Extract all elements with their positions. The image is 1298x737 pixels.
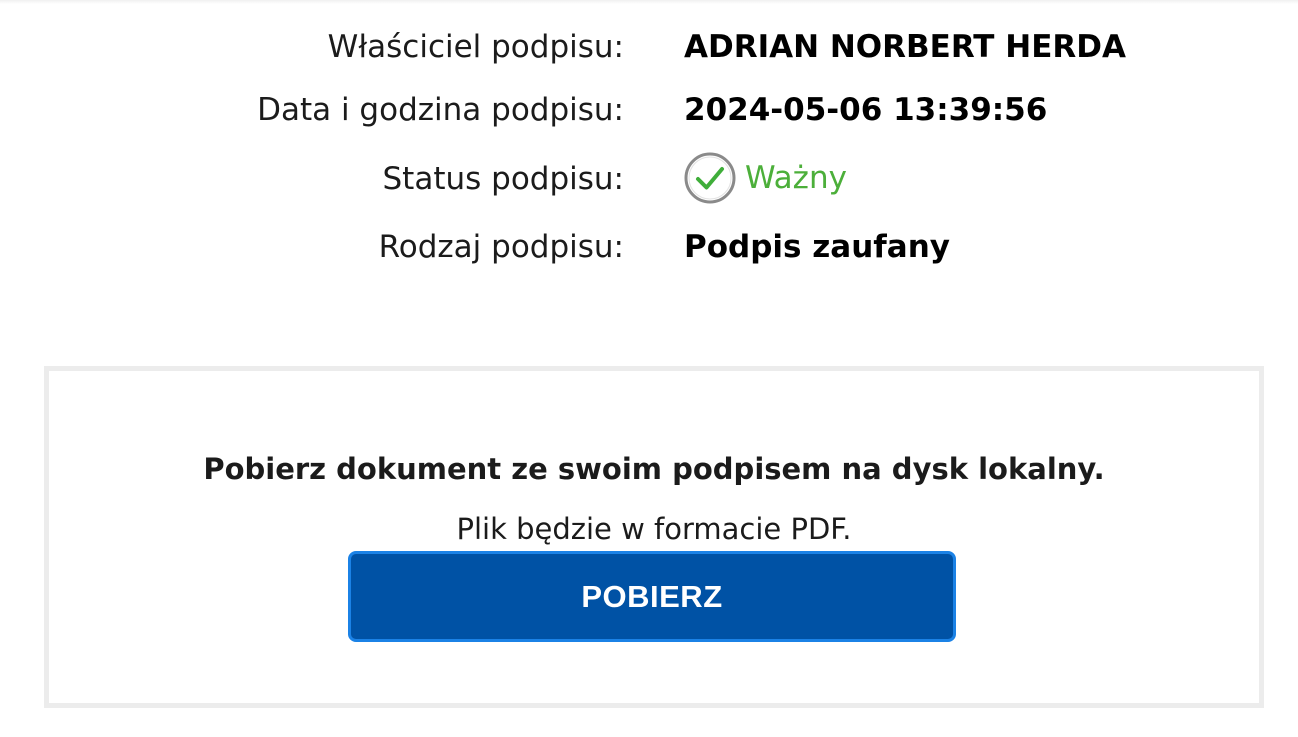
status-text: Ważny [745, 160, 847, 196]
type-row: Rodzaj podpisu: Podpis zaufany [0, 227, 1298, 267]
owner-label: Właściciel podpisu: [327, 29, 624, 65]
date-value: 2024-05-06 13:39:56 [684, 92, 1048, 128]
owner-row: Właściciel podpisu: ADRIAN NORBERT HERDA [0, 27, 1298, 67]
type-label: Rodzaj podpisu: [378, 229, 624, 265]
date-row: Data i godzina podpisu: 2024-05-06 13:39… [0, 90, 1298, 130]
type-value: Podpis zaufany [684, 229, 950, 265]
check-circle-icon [684, 152, 736, 204]
date-label: Data i godzina podpisu: [257, 92, 624, 128]
status-value: Ważny [684, 150, 847, 206]
download-button[interactable]: POBIERZ [348, 551, 956, 642]
download-heading: Pobierz dokument ze swoim podpisem na dy… [203, 452, 1105, 486]
status-row: Status podpisu: [0, 159, 1298, 199]
download-subtext: Plik będzie w formacie PDF. [456, 512, 852, 546]
status-label: Status podpisu: [382, 161, 625, 197]
owner-value: ADRIAN NORBERT HERDA [684, 29, 1126, 65]
download-panel: Pobierz dokument ze swoim podpisem na dy… [44, 366, 1264, 708]
top-shadow [0, 0, 1298, 4]
